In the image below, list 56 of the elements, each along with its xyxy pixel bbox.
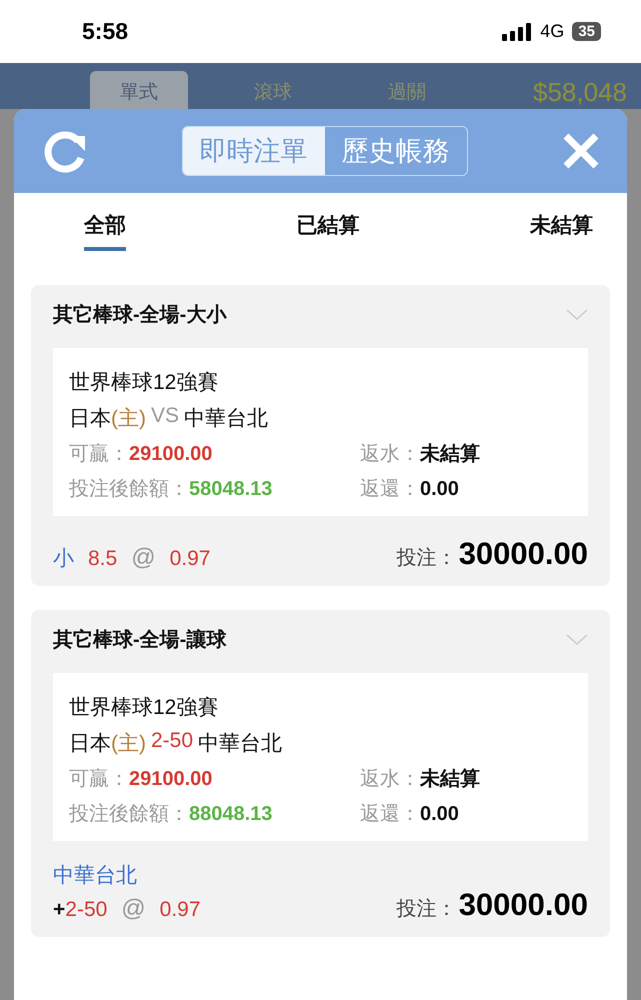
network-label: 4G	[540, 21, 564, 42]
balance-amount: 88048.13	[189, 803, 272, 825]
chevron-down-icon[interactable]	[566, 634, 588, 646]
bet-line: 8.5	[88, 547, 118, 571]
win-amount: 29100.00	[129, 768, 212, 790]
bet-pick: 小	[53, 546, 74, 572]
handicap-value: 2-50	[151, 729, 194, 754]
close-icon[interactable]	[561, 131, 601, 171]
home-team: 日本	[69, 731, 111, 757]
away-team: 中華台北	[198, 731, 282, 757]
home-tag: (主)	[111, 404, 146, 432]
handicap-sign: +	[53, 898, 66, 922]
return-amount: 0.00	[420, 478, 459, 500]
home-tag: (主)	[111, 729, 146, 757]
league-name: 世界棒球12強賽	[69, 370, 220, 396]
battery-level: 35	[572, 22, 601, 41]
return-amount: 0.00	[420, 803, 459, 825]
versus-label: VS	[151, 404, 180, 429]
league-name: 世界棒球12強賽	[69, 695, 220, 721]
win-label: 可贏：	[69, 768, 129, 790]
bet-odds: 0.97	[160, 898, 201, 922]
balance-label: 投注後餘額：	[69, 478, 189, 500]
at-sign: @	[121, 895, 146, 923]
return-label: 返還：	[360, 803, 420, 825]
chevron-down-icon[interactable]	[566, 308, 588, 320]
account-balance[interactable]: $58,048	[533, 77, 627, 107]
win-label: 可贏：	[69, 443, 129, 465]
balance-amount: 58048.13	[189, 478, 272, 500]
filter-tab[interactable]: 全部	[84, 211, 126, 251]
home-team: 日本	[69, 406, 111, 432]
header-tab[interactable]: 滾球	[224, 71, 322, 109]
filter-tab[interactable]: 已結算	[296, 211, 360, 251]
filter-tab[interactable]: 未結算	[530, 211, 593, 251]
stake-label: 投注：	[396, 546, 457, 571]
rebate-value: 未結算	[420, 443, 480, 465]
stake-label: 投注：	[396, 897, 457, 922]
bet-odds: 0.97	[170, 547, 210, 571]
status-time: 5:58	[82, 18, 128, 45]
stake-amount: 30000.00	[458, 887, 588, 923]
rebate-label: 返水：	[360, 768, 420, 790]
segment-tab[interactable]: 即時注單	[182, 127, 324, 175]
stake-amount: 30000.00	[458, 536, 588, 572]
bet-line: 2-50	[65, 898, 108, 922]
rebate-label: 返水：	[360, 443, 420, 465]
bet-title: 其它棒球-全場-讓球	[53, 628, 226, 653]
bet-title: 其它棒球-全場-大小	[53, 302, 226, 328]
signal-icon	[502, 22, 532, 40]
header-tab[interactable]: 單式	[90, 71, 188, 109]
balance-label: 投注後餘額：	[69, 803, 189, 825]
header-tab[interactable]: 過關	[358, 71, 456, 109]
win-amount: 29100.00	[129, 443, 212, 465]
away-team: 中華台北	[184, 406, 268, 432]
bet-pick: 中華台北	[53, 863, 138, 889]
return-label: 返還：	[360, 478, 420, 500]
rebate-value: 未結算	[420, 768, 480, 790]
at-sign: @	[131, 544, 156, 572]
